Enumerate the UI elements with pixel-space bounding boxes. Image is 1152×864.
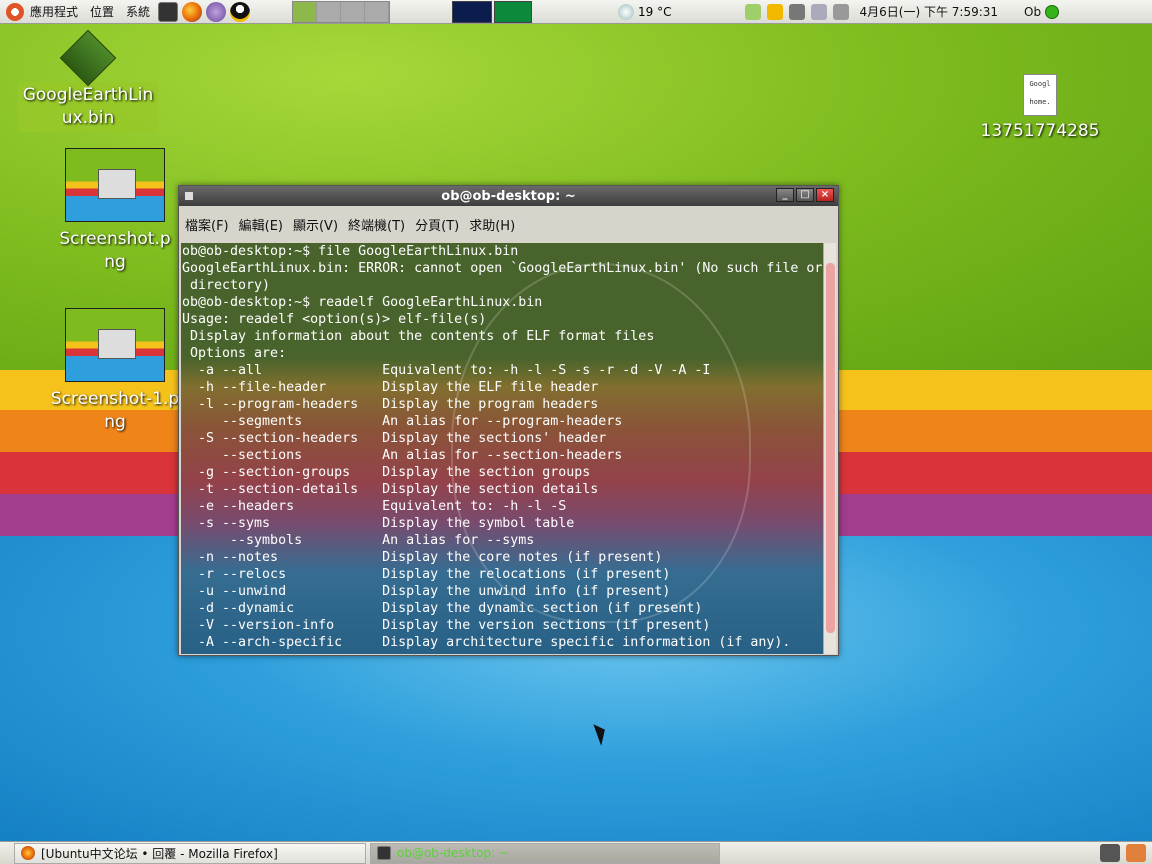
desktop-icon-13751774285[interactable]: Googl home. 13751774285 <box>970 74 1110 143</box>
memory-monitor-graph[interactable] <box>494 0 533 23</box>
terminal-line: -g --section-groups Display the section … <box>182 465 591 480</box>
terminal-launcher-icon[interactable] <box>158 1 179 22</box>
desktop-icon-label: GoogleEarthLinux.bin <box>18 82 158 132</box>
terminal-line: --sections An alias for --section-header… <box>182 448 623 463</box>
minimize-button[interactable]: _ <box>776 188 794 202</box>
terminal-line: -a --all Equivalent to: -h -l -S -s -r -… <box>182 363 711 378</box>
panel-clock[interactable]: 4月6日(一) 下午 7:59:31 <box>860 3 999 20</box>
qq-launcher-icon[interactable] <box>230 1 251 22</box>
desktop-icon-googleearth[interactable]: GoogleEarthLinux.bin <box>18 29 158 132</box>
menu-help[interactable]: 求助(H) <box>469 215 515 234</box>
terminal-line: --segments An alias for --program-header… <box>182 414 623 429</box>
terminal-line: -n --notes Display the core notes (if pr… <box>182 550 663 565</box>
terminal-menubar: 檔案(F) 編輯(E) 顯示(V) 終端機(T) 分頁(T) 求助(H) <box>179 206 838 242</box>
terminal-line: -l --program-headers Display the program… <box>182 397 599 412</box>
desktop-icon-label: Screenshot.png <box>59 229 171 272</box>
terminal-line: Options are: <box>182 346 287 361</box>
workspace-3[interactable] <box>341 1 366 22</box>
task-label: [Ubuntu中文论坛 • 回覆 - Mozilla Firefox] <box>41 846 278 861</box>
keyboard-icon[interactable] <box>810 3 827 20</box>
window-title: ob@ob-desktop: ~ <box>441 188 576 204</box>
pidgin-launcher-icon[interactable] <box>206 1 227 22</box>
terminal-window: ob@ob-desktop: ~ _ □ × 檔案(F) 編輯(E) 顯示(V)… <box>178 185 839 656</box>
cpu-monitor-graph[interactable] <box>452 0 493 23</box>
network-status-icon[interactable] <box>744 3 761 20</box>
desktop-icon-screenshot-1[interactable]: Screenshot-1.png <box>50 308 180 434</box>
terminal-line: ob@ob-desktop:~$ readelf GoogleEarthLinu… <box>182 295 543 310</box>
workspace-4[interactable] <box>365 1 390 22</box>
terminal-line: -s --syms Display the symbol table <box>182 516 575 531</box>
terminal-line: -d --dynamic Display the dynamic section… <box>182 601 703 616</box>
taskbar-terminal[interactable]: ob@ob-desktop: ~ <box>370 842 720 864</box>
user-switcher[interactable]: Ob <box>1024 4 1060 19</box>
image-thumbnail-icon <box>65 308 165 382</box>
workspace-1[interactable] <box>293 1 318 22</box>
firefox-icon <box>21 846 35 860</box>
terminal-line: ob@ob-desktop:~$ file GoogleEarthLinux.b… <box>182 244 519 259</box>
menu-places[interactable]: 位置 <box>84 3 120 20</box>
system-tray <box>742 3 852 20</box>
desktop-icon-label: 13751774285 <box>980 121 1100 141</box>
menu-system[interactable]: 系統 <box>120 3 156 20</box>
terminal-line: -A --arch-specific Display architecture … <box>182 635 791 650</box>
weather-temperature: 19 °C <box>638 4 672 19</box>
qq-tray-icon[interactable] <box>766 3 783 20</box>
menu-edit[interactable]: 編輯(E) <box>239 215 283 234</box>
terminal-line: -S --section-headers Display the section… <box>182 431 607 446</box>
ubuntu-logo-icon[interactable] <box>6 2 24 21</box>
firefox-launcher-icon[interactable] <box>182 1 203 22</box>
top-panel: 應用程式 位置 系統 19 °C 4月6日(一) 下午 7:59:31 Ob <box>0 0 1152 24</box>
desktop-icon-screenshot[interactable]: Screenshot.png <box>55 148 175 274</box>
close-button[interactable]: × <box>816 188 834 202</box>
terminal-output[interactable]: ob@ob-desktop:~$ file GoogleEarthLinux.b… <box>181 243 825 654</box>
scrollbar-thumb[interactable] <box>826 263 835 633</box>
terminal-line: directory) <box>182 278 271 293</box>
weather-cloud-icon <box>618 3 635 20</box>
user-status-icon <box>1045 4 1060 19</box>
menu-file[interactable]: 檔案(F) <box>185 215 229 234</box>
network-manager-icon[interactable] <box>788 3 805 20</box>
terminal-line: -t --section-details Display the section… <box>182 482 599 497</box>
workspace-2[interactable] <box>317 1 342 22</box>
maximize-button[interactable]: □ <box>796 188 814 202</box>
menu-view[interactable]: 顯示(V) <box>293 215 338 234</box>
terminal-line: -u --unwind Display the unwind info (if … <box>182 584 671 599</box>
trash-icon[interactable] <box>1126 844 1146 862</box>
image-thumbnail-icon <box>65 148 165 222</box>
terminal-text: ob@ob-desktop:~$ file GoogleEarthLinux.b… <box>181 243 825 651</box>
menu-tabs[interactable]: 分頁(T) <box>415 215 459 234</box>
bottom-panel: [Ubuntu中文论坛 • 回覆 - Mozilla Firefox] ob@o… <box>0 841 1152 864</box>
volume-icon[interactable] <box>832 3 849 20</box>
text-document-icon: Googl home. <box>1023 74 1057 116</box>
task-label: ob@ob-desktop: ~ <box>397 846 510 860</box>
terminal-titlebar[interactable]: ob@ob-desktop: ~ _ □ × <box>179 186 838 206</box>
menu-applications[interactable]: 應用程式 <box>24 3 84 20</box>
terminal-line: Display information about the contents o… <box>182 329 655 344</box>
taskbar-firefox[interactable]: [Ubuntu中文论坛 • 回覆 - Mozilla Firefox] <box>14 842 366 864</box>
weather-applet[interactable]: 19 °C <box>618 3 672 20</box>
terminal-icon <box>377 846 391 860</box>
menu-terminal[interactable]: 終端機(T) <box>348 215 405 234</box>
terminal-line: Usage: readelf <option(s)> elf-file(s) <box>182 312 487 327</box>
terminal-line: -V --version-info Display the version se… <box>182 618 711 633</box>
user-name: Ob <box>1024 4 1042 19</box>
workspace-switcher <box>292 0 391 23</box>
terminal-scrollbar[interactable] <box>823 243 836 654</box>
terminal-line: -e --headers Equivalent to: -h -l -S <box>182 499 567 514</box>
terminal-line: -h --file-header Display the ELF file he… <box>182 380 599 395</box>
binary-file-icon <box>59 29 117 87</box>
show-desktop-icon[interactable] <box>1100 844 1120 862</box>
terminal-line: -r --relocs Display the relocations (if … <box>182 567 671 582</box>
desktop-icon-label: Screenshot-1.png <box>50 389 180 432</box>
terminal-line: GoogleEarthLinux.bin: ERROR: cannot open… <box>182 261 823 276</box>
terminal-line: --symbols An alias for --syms <box>182 533 535 548</box>
